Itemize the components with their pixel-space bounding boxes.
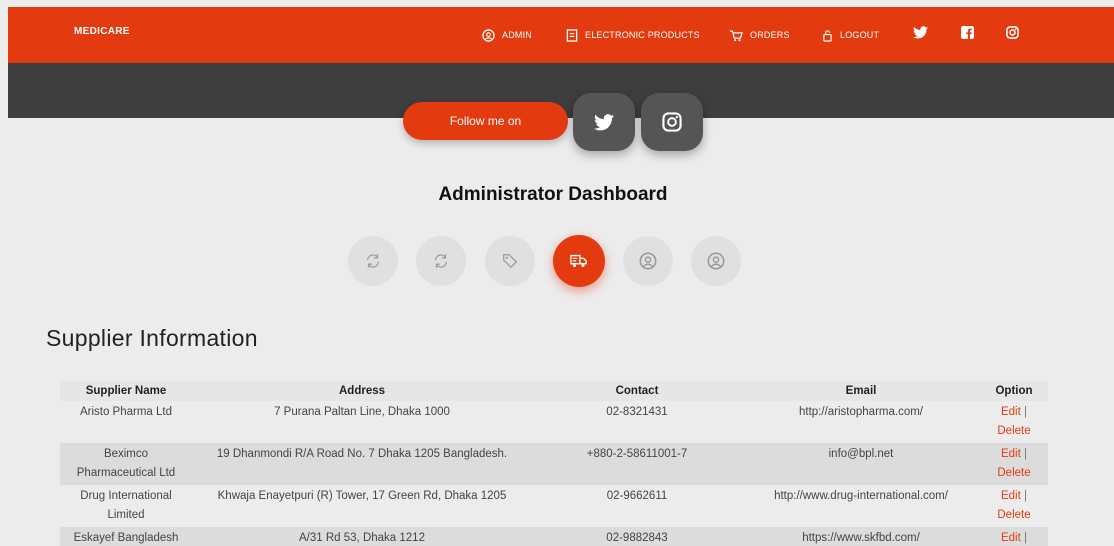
address-cell: 19 Dhanmondi R/A Road No. 7 Dhaka 1205 B… [192, 443, 532, 485]
dashboard-title: Administrator Dashboard [438, 184, 668, 205]
email-cell: https://www.skfbd.com/ [742, 527, 980, 546]
facebook-icon[interactable] [961, 26, 974, 44]
user-button-1[interactable] [623, 236, 673, 286]
instagram-icon [662, 112, 682, 132]
column-header-option: Option [980, 381, 1048, 401]
email-cell: info@bpl.net [742, 443, 980, 485]
contact-cell: 02-9662611 [532, 485, 742, 527]
cart-icon [729, 30, 743, 41]
nav-electronic-products-label: ELECTRONIC PRODUCTS [585, 30, 700, 40]
option-cell: Edit |Delete [980, 527, 1048, 546]
contact-cell: 02-8321431 [532, 401, 742, 443]
nav-admin-label: ADMIN [502, 30, 532, 40]
delete-link[interactable]: Delete [997, 467, 1030, 479]
supplier-name-cell: Drug International Limited [60, 485, 192, 527]
user-circle-icon [639, 252, 657, 270]
email-cell: http://www.drug-international.com/ [742, 485, 980, 527]
delete-link[interactable]: Delete [997, 425, 1030, 437]
column-header-supplier-name: Supplier Name [60, 381, 192, 401]
instagram-button[interactable] [641, 93, 703, 151]
truck-icon [570, 254, 587, 268]
twitter-icon[interactable] [913, 26, 928, 44]
edit-link[interactable]: Edit [1001, 532, 1021, 544]
user-button-2[interactable] [691, 236, 741, 286]
refresh-button-2[interactable] [416, 236, 466, 286]
email-cell: http://aristopharma.com/ [742, 401, 980, 443]
contact-cell: 02-9882843 [532, 527, 742, 546]
nav-logout[interactable]: LOGOUT [822, 24, 879, 46]
table-row: Aristo Pharma Ltd 7 Purana Paltan Line, … [60, 401, 1048, 443]
option-separator: | [1024, 448, 1028, 460]
edit-link[interactable]: Edit [1001, 490, 1021, 502]
nav-orders[interactable]: ORDERS [729, 24, 790, 46]
option-separator: | [1024, 490, 1028, 502]
option-cell: Edit | Delete [980, 401, 1048, 443]
brand-logo[interactable]: MEDICARE [74, 26, 130, 37]
supplier-name-cell: Aristo Pharma Ltd [60, 401, 192, 443]
twitter-button[interactable] [573, 93, 635, 151]
option-cell: Edit | Delete [980, 443, 1048, 485]
user-circle-icon [482, 28, 495, 42]
document-icon [566, 28, 578, 42]
table-row: Beximco Pharmaceutical Ltd 19 Dhanmondi … [60, 443, 1048, 485]
table-row: Drug International Limited Khwaja Enayet… [60, 485, 1048, 527]
nav-electronic-products[interactable]: ELECTRONIC PRODUCTS [566, 24, 700, 46]
top-navbar: MEDICARE ADMIN ELECTRONIC PRODUCTS ORDER… [8, 7, 1114, 63]
nav-orders-label: ORDERS [750, 30, 790, 40]
follow-me-label: Follow me on [449, 114, 522, 128]
option-cell: Edit | Delete [980, 485, 1048, 527]
edit-link[interactable]: Edit [1001, 406, 1021, 418]
logout-icon [823, 29, 832, 42]
tag-button[interactable] [485, 236, 535, 286]
column-header-contact: Contact [532, 381, 742, 401]
user-circle-icon [707, 252, 725, 270]
delete-link[interactable]: Delete [997, 509, 1030, 521]
tag-icon [503, 254, 518, 269]
table-row: Eskayef Bangladesh Limited A/31 Rd 53, D… [60, 527, 1048, 546]
twitter-icon [594, 113, 614, 130]
address-cell: A/31 Rd 53, Dhaka 1212 [192, 527, 532, 546]
supplier-name-cell: Eskayef Bangladesh Limited [60, 527, 192, 546]
option-separator: | [1024, 406, 1028, 418]
refresh-icon [366, 254, 380, 268]
refresh-button-1[interactable] [348, 236, 398, 286]
refresh-icon [434, 254, 448, 268]
supplier-table: Supplier Name Address Contact Email Opti… [60, 381, 1048, 546]
supplier-name-cell: Beximco Pharmaceutical Ltd [60, 443, 192, 485]
option-separator: | [1024, 532, 1028, 544]
table-header-row: Supplier Name Address Contact Email Opti… [60, 381, 1048, 401]
instagram-icon[interactable] [1006, 26, 1019, 44]
address-cell: Khwaja Enayetpuri (R) Tower, 17 Green Rd… [192, 485, 532, 527]
column-header-address: Address [192, 381, 532, 401]
nav-admin[interactable]: ADMIN [482, 24, 532, 46]
column-header-email: Email [742, 381, 980, 401]
truck-button[interactable] [553, 235, 605, 287]
nav-logout-label: LOGOUT [840, 30, 880, 40]
address-cell: 7 Purana Paltan Line, Dhaka 1000 [192, 401, 532, 443]
edit-link[interactable]: Edit [1001, 448, 1021, 460]
contact-cell: +880-2-58611001-7 [532, 443, 742, 485]
follow-me-button[interactable]: Follow me on [403, 102, 568, 140]
supplier-section-title: Supplier Information [46, 325, 258, 351]
